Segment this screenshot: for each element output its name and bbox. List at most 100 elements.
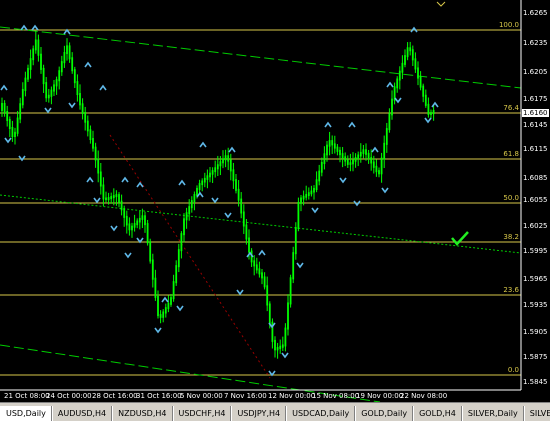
candle-body: [157, 295, 159, 317]
trend-line[interactable]: [109, 134, 271, 379]
candle-body: [237, 188, 240, 201]
chart-tab[interactable]: SILVER,H4: [523, 406, 550, 421]
candle-body: [40, 53, 42, 70]
candle-body: [29, 58, 32, 70]
chevron-up-icon: [161, 296, 169, 303]
candle-body: [99, 171, 102, 187]
candle-body: [6, 111, 9, 121]
time-tick-label: 22 Nov 08:00: [400, 392, 448, 400]
chart-tab[interactable]: USDCHF,H4: [172, 406, 232, 421]
candle-body: [73, 69, 76, 84]
chevron-up-icon: [371, 146, 379, 153]
time-tick-label: 7 Nov 16:00: [224, 392, 267, 400]
candle-body: [281, 344, 284, 348]
chart-tab[interactable]: USD,Daily: [0, 406, 52, 421]
candle-body: [112, 195, 115, 199]
candle-body: [201, 180, 204, 186]
fib-level-label: 0.0: [507, 366, 519, 374]
candle-body: [427, 103, 430, 115]
candle-body: [84, 112, 87, 123]
candle-body: [188, 206, 191, 215]
chevron-up-icon: [31, 24, 39, 31]
chevron-down-icon: [394, 97, 402, 104]
price-tick-label: 1.6265: [523, 9, 548, 17]
chevron-up-icon: [228, 146, 236, 153]
trend-line[interactable]: [0, 194, 522, 254]
candle-body: [94, 146, 97, 161]
chart-tabs-bar[interactable]: USD,Daily AUDUSD,H4 NZDUSD,H4 USDCHF,H4 USDJ…: [0, 402, 550, 421]
candle-body: [27, 67, 29, 80]
candle-body: [55, 79, 58, 87]
candle-body: [430, 112, 432, 115]
chart-tab[interactable]: GOLD,Daily: [355, 406, 414, 421]
chevron-down-icon: [4, 137, 12, 144]
chart-tab[interactable]: AUDUSD,H4: [51, 406, 113, 421]
candle-body: [414, 58, 417, 70]
candle-body: [162, 311, 165, 318]
candle-body: [170, 297, 172, 305]
candle-body: [151, 259, 154, 280]
price-tick-label: 1.6205: [523, 68, 548, 76]
chart-tab[interactable]: SILVER,Daily: [461, 406, 524, 421]
candle-body: [141, 215, 144, 220]
chevron-down-icon: [124, 252, 132, 259]
time-tick-label: 5 Nov 00:00: [180, 392, 223, 400]
candle-body: [419, 76, 422, 88]
trend-line[interactable]: [0, 26, 522, 89]
candle-body: [34, 39, 37, 51]
candle-body: [177, 249, 180, 268]
chart-tab[interactable]: GOLD,H4: [413, 406, 462, 421]
candle-body: [229, 159, 232, 172]
candle-body: [211, 170, 214, 175]
candle-body: [349, 162, 352, 165]
chart-window[interactable]: 1.6265 1.6235 1.6205 1.6175 1.6145 1.6115 1.60…: [0, 0, 550, 421]
chevron-down-icon: [176, 305, 184, 312]
chart-tab[interactable]: USDCAD,Daily: [286, 406, 356, 421]
chevron-up-icon: [258, 249, 266, 256]
candle-body: [97, 158, 100, 174]
chevron-up-icon: [63, 28, 71, 35]
candle-body: [333, 143, 336, 149]
time-tick-label: 12 Nov 00:00: [268, 392, 316, 400]
candle-body: [50, 89, 53, 97]
chevron-down-icon: [211, 197, 219, 204]
candle-body: [297, 201, 300, 230]
chevron-up-icon: [386, 81, 394, 88]
price-tick-label: 1.5935: [523, 301, 548, 309]
candle-body: [320, 162, 323, 173]
candle-body: [45, 82, 48, 99]
candle-body: [1, 103, 3, 111]
chevron-down-icon: [136, 237, 144, 244]
candle-body: [193, 194, 196, 203]
candle-body: [268, 303, 271, 324]
candle-body: [198, 183, 201, 190]
candle-body: [248, 237, 250, 253]
chart-tab[interactable]: NZDUSD,H4: [112, 406, 173, 421]
candle-body: [89, 129, 92, 140]
price-tick-label: 1.6235: [523, 39, 548, 47]
candle-body: [37, 39, 40, 56]
candle-body: [378, 170, 380, 175]
candle-body: [398, 70, 401, 81]
candle-body: [323, 153, 326, 164]
chart-tab[interactable]: USDJPY,H4: [231, 406, 287, 421]
price-tick-label: 1.5965: [523, 275, 548, 283]
chevron-down-icon: [68, 102, 76, 109]
candle-body: [206, 175, 209, 180]
candle-body: [227, 155, 230, 162]
candle-body: [365, 149, 367, 155]
candle-body: [300, 197, 302, 204]
price-chart[interactable]: [0, 0, 550, 402]
chevron-down-icon: [296, 262, 304, 269]
candle-body: [372, 161, 375, 168]
price-tick-label: 1.6025: [523, 222, 548, 230]
candle-body: [344, 156, 347, 162]
chevron-down-icon: [311, 207, 319, 214]
candle-body: [315, 179, 318, 190]
time-tick-label: 31 Oct 16:00: [136, 392, 182, 400]
candle-body: [253, 260, 256, 267]
candle-body: [370, 157, 373, 164]
candle-body: [417, 67, 419, 79]
candle-body: [14, 131, 16, 137]
candle-body: [424, 94, 427, 106]
